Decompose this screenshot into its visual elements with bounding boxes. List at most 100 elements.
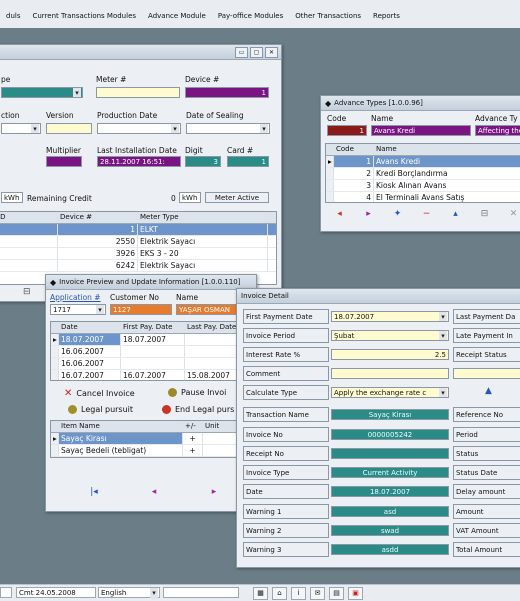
card-field[interactable]: 1	[227, 156, 269, 167]
menu-item-current-transactions[interactable]: Current Transactions Modules	[26, 12, 142, 28]
next-record-icon[interactable]: ▸	[184, 487, 244, 497]
detail-field-interest-rate[interactable]: 2.5	[331, 349, 449, 360]
meter-field[interactable]	[96, 87, 180, 98]
detail-field-warning3[interactable]: asdd	[331, 544, 449, 555]
exit-icon[interactable]: ▣	[348, 587, 363, 600]
detail-field-calculate-type[interactable]: Apply the exchange rate c	[331, 387, 449, 398]
advance-window-titlebar[interactable]: ◆ Advance Types [1.0.0.96]	[321, 96, 520, 111]
maximize-icon[interactable]: ▢	[250, 47, 263, 58]
delete-icon[interactable]: ⊟	[23, 287, 31, 297]
detail-field-first-payment-date[interactable]: 18.07.2007	[331, 311, 449, 322]
detail-field-comment[interactable]	[331, 368, 449, 379]
menu-item-other-transactions[interactable]: Other Transactions	[289, 12, 367, 28]
customer-no-field[interactable]: 1127	[110, 304, 172, 315]
end-legal-pursuit-button[interactable]: End Legal purs	[162, 405, 234, 414]
menu-item-pay-office[interactable]: Pay-office Modules	[212, 12, 289, 28]
name-field[interactable]: Avans Kredi	[371, 125, 471, 136]
date-of-sealing-field[interactable]	[186, 123, 270, 134]
info-icon[interactable]: i	[291, 587, 306, 600]
lock-icon[interactable]: ⌂	[272, 587, 287, 600]
grid-header-date[interactable]: Date	[59, 322, 121, 333]
detail-right-label-6: Period	[453, 427, 520, 442]
minimize-icon[interactable]: ▭	[235, 47, 248, 58]
cancel-invoice-button[interactable]: ✕ Cancel Invoice	[64, 388, 135, 399]
function-select[interactable]	[1, 123, 41, 134]
application-select[interactable]: 1717	[50, 304, 106, 315]
table-row[interactable]: ▸ 18.07.2007 18.07.2007	[51, 334, 256, 346]
table-row[interactable]: 3926 EKS 3 - 20	[0, 248, 276, 260]
table-row[interactable]: Sayaç Bedeli (tebligat)+1	[51, 445, 256, 457]
save-icon[interactable]: ⊟	[470, 209, 499, 219]
last-installation-date-label: Last Installation Date	[97, 146, 177, 155]
grid-header-device[interactable]: Device #	[58, 212, 138, 223]
invoice-detail-title: Invoice Detail	[241, 292, 289, 300]
table-row[interactable]: 16.06.2007	[51, 346, 256, 358]
grid-header-id[interactable]: ID	[0, 212, 58, 223]
table-row[interactable]: 4 El Terminali Avans Satış	[326, 192, 520, 202]
prior-icon[interactable]: ◂	[325, 209, 354, 219]
grid-header-sign[interactable]: +/-	[183, 421, 203, 432]
advance-type-field[interactable]: Affecting the	[475, 125, 520, 136]
table-row[interactable]: ▸ 1 Avans Kredi	[326, 156, 520, 168]
insert-icon[interactable]: ✦	[383, 209, 412, 219]
invoice-window-titlebar[interactable]: ◆ Invoice Preview and Update Information …	[46, 275, 256, 290]
version-field[interactable]	[46, 123, 92, 134]
last-installation-date-field[interactable]: 28.11.2007 16:51:	[97, 156, 181, 167]
digit-field[interactable]: 3	[185, 156, 221, 167]
advance-grid: Code Name ▸ 1 Avans Kredi 2 Kredi Borçlandı…	[325, 143, 520, 203]
delete-record-icon[interactable]: −	[412, 209, 441, 219]
detail-field-invoice-period[interactable]: Şubat	[331, 330, 449, 341]
cancel-icon[interactable]: ✕	[499, 209, 520, 219]
close-icon[interactable]: ✕	[265, 47, 278, 58]
table-row[interactable]: 6242 Elektrik Sayacı	[0, 260, 276, 272]
production-date-field[interactable]	[97, 123, 181, 134]
table-row[interactable]: 3 Kiosk Alınan Avans	[326, 180, 520, 192]
meter-active-button[interactable]: Meter Active	[205, 192, 269, 203]
detail-comment-extension[interactable]	[453, 368, 520, 379]
grid-header-code[interactable]: Code	[334, 144, 374, 155]
detail-field-warning1[interactable]: asd	[331, 506, 449, 517]
detail-field-warning2[interactable]: swad	[331, 525, 449, 536]
mail-icon[interactable]: ✉	[310, 587, 325, 600]
grid-header-first-pay[interactable]: First Pay. Date	[121, 322, 185, 333]
menu-item-modules[interactable]: duls	[0, 12, 26, 28]
post-icon[interactable]: ▴	[441, 209, 470, 219]
detail-field-invoice-no[interactable]: 0000005242	[331, 429, 449, 440]
invoice-detail-titlebar[interactable]: Invoice Detail	[237, 289, 520, 304]
x-icon: ✕	[64, 388, 73, 399]
code-field[interactable]: 1	[327, 125, 367, 136]
table-row[interactable]: 2550 Elektrik Sayacı	[0, 236, 276, 248]
multiplier-field[interactable]	[46, 156, 82, 167]
type-label: pe	[1, 75, 11, 84]
application-link[interactable]: Application #	[50, 293, 101, 302]
table-row[interactable]: 2 Kredi Borçlandırma	[326, 168, 520, 180]
detail-field-receipt-no[interactable]	[331, 448, 449, 459]
first-record-icon[interactable]: |◂	[64, 487, 124, 497]
language-select[interactable]: English	[98, 587, 160, 599]
calculator-icon[interactable]: ▦	[253, 587, 268, 600]
device-field[interactable]: 1	[185, 87, 269, 98]
detail-field-transaction-name[interactable]: Sayaç Kirası	[331, 409, 449, 420]
type-select[interactable]	[1, 87, 83, 98]
detail-field-invoice-type[interactable]: Current Activity	[331, 467, 449, 478]
date-of-sealing-label: Date of Sealing	[186, 111, 244, 120]
detail-field-date[interactable]: 18.07.2007	[331, 486, 449, 497]
production-date-label: Production Date	[97, 111, 158, 120]
table-row[interactable]: 1 ELKT	[0, 224, 276, 236]
table-row[interactable]: ▸Sayaç Kirası+1	[51, 433, 256, 445]
advance-type-label: Advance Ty	[475, 114, 518, 123]
table-row[interactable]: 16.07.2007 16.07.2007 15.08.2007	[51, 370, 256, 380]
grid-header-name[interactable]: Name	[374, 144, 520, 155]
menu-item-reports[interactable]: Reports	[367, 12, 406, 28]
next-icon[interactable]: ▸	[354, 209, 383, 219]
document-icon[interactable]: ▤	[329, 587, 344, 600]
table-row[interactable]: 16.06.2007	[51, 358, 256, 370]
remaining-credit-label: Remaining Credit	[27, 194, 92, 203]
pause-invoice-button[interactable]: Pause Invoi	[168, 388, 226, 397]
grid-header-meter-type[interactable]: Meter Type	[138, 212, 268, 223]
menu-item-advance[interactable]: Advance Module	[142, 12, 212, 28]
up-arrow-icon[interactable]: ▲	[485, 386, 492, 396]
grid-header-item-name[interactable]: Item Name	[59, 421, 183, 432]
legal-pursuit-button[interactable]: Legal pursuit	[68, 405, 133, 414]
prior-record-icon[interactable]: ◂	[124, 487, 184, 497]
